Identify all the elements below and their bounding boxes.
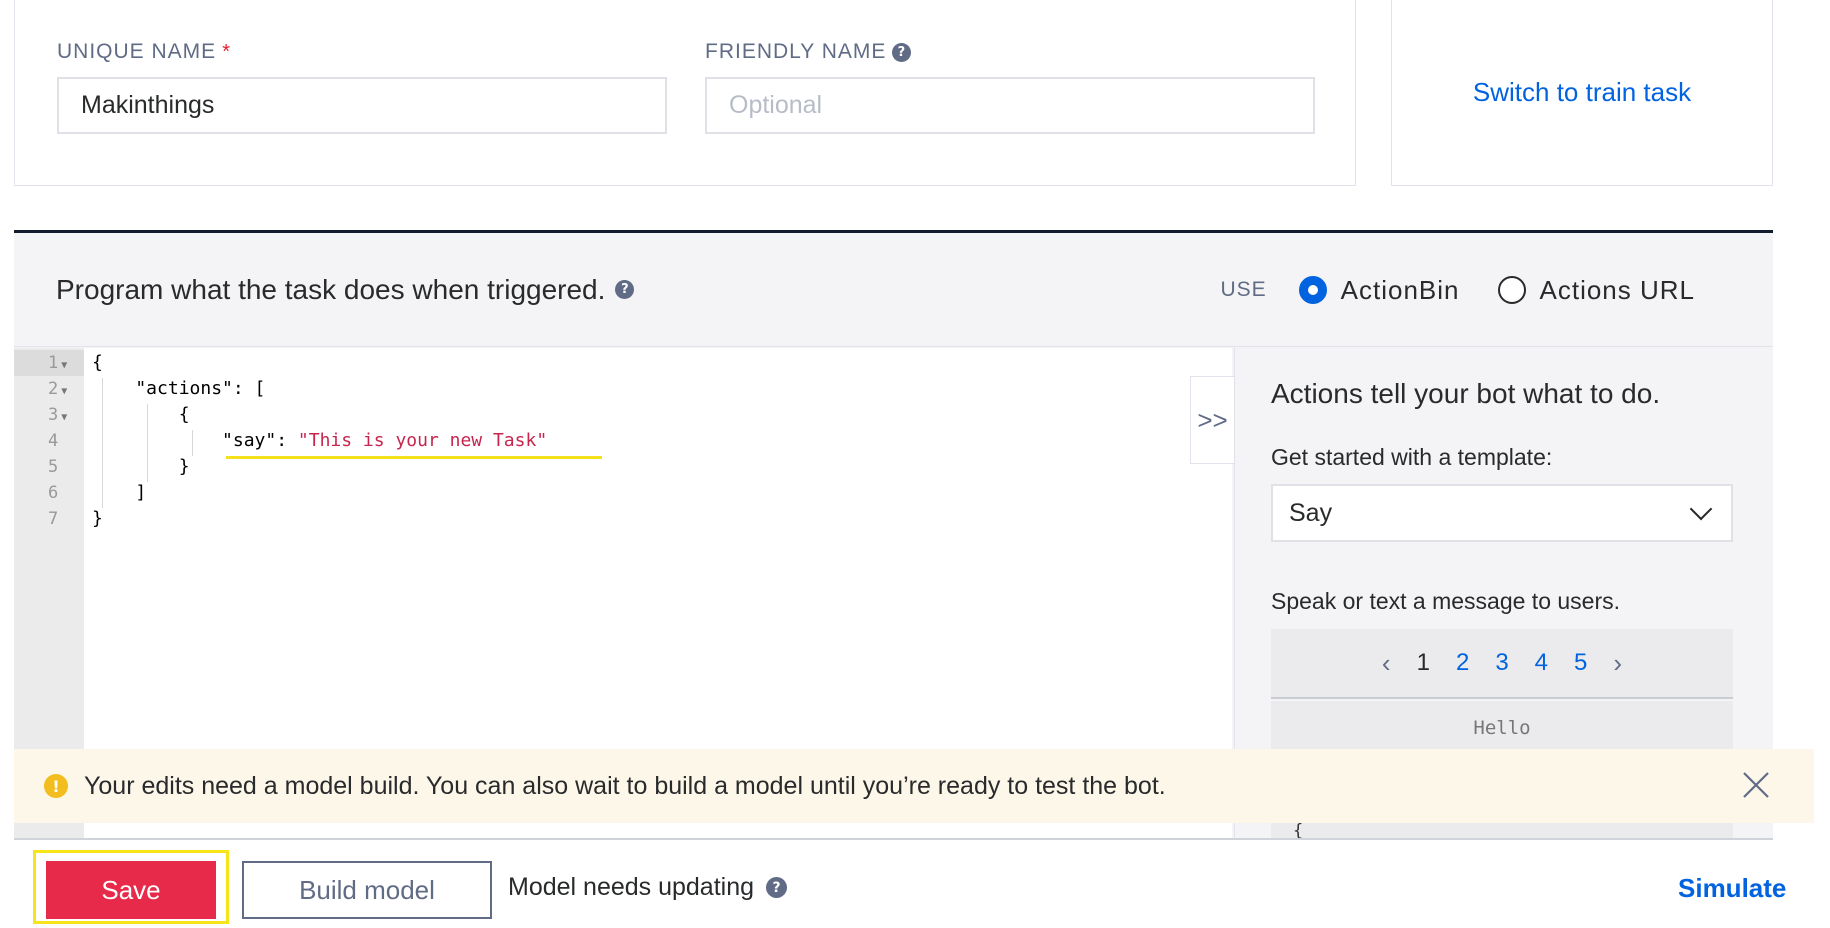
example-pager: ‹ 1 2 3 4 5 ›: [1271, 629, 1733, 699]
line-number: 5: [48, 457, 59, 477]
banner-message: Your edits need a model build. You can a…: [84, 771, 1166, 800]
code-line: "say": "This is your new Task": [92, 430, 548, 451]
template-description: Speak or text a message to users.: [1271, 588, 1621, 614]
panel-title: Actions tell your bot what to do.: [1271, 378, 1661, 409]
template-selected: Say: [1289, 498, 1333, 527]
friendly-name-label: FRIENDLY NAME ?: [705, 40, 912, 64]
actions-url-radio[interactable]: [1497, 276, 1526, 304]
page-2[interactable]: 2: [1456, 649, 1469, 677]
model-build-warning-banner: ! Your edits need a model build. You can…: [14, 749, 1814, 823]
code-line: }: [92, 508, 103, 529]
page-4[interactable]: 4: [1535, 649, 1548, 677]
unique-name-input[interactable]: [57, 77, 667, 134]
switch-task-card: Switch to train task: [1391, 0, 1773, 186]
line-number: 2 ▼: [48, 379, 68, 399]
unique-name-label: UNIQUE NAME *: [57, 40, 231, 63]
page-3[interactable]: 3: [1495, 649, 1508, 677]
build-model-button[interactable]: Build model: [242, 861, 492, 919]
use-label: USE: [1220, 278, 1267, 301]
save-button[interactable]: Save: [46, 861, 216, 919]
code-line: }: [92, 456, 190, 477]
line-number: 6: [48, 483, 59, 503]
task-name-card: UNIQUE NAME * FRIENDLY NAME ?: [14, 0, 1356, 186]
line-number: 3 ▼: [48, 405, 68, 425]
code-line: "actions": [: [92, 378, 266, 399]
simulate-link[interactable]: Simulate: [1678, 873, 1786, 904]
double-chevron-right-icon: >>: [1197, 404, 1228, 435]
page-5[interactable]: 5: [1574, 649, 1587, 677]
friendly-name-input[interactable]: [705, 77, 1315, 134]
preview-text: Hello: [1473, 717, 1531, 739]
close-icon[interactable]: [1740, 769, 1772, 801]
chevron-right-icon[interactable]: ›: [1613, 648, 1622, 679]
help-icon[interactable]: ?: [892, 42, 912, 62]
help-icon[interactable]: ?: [766, 877, 788, 898]
warning-icon: !: [44, 774, 68, 798]
line-number: 1 ▼: [14, 350, 84, 376]
code-line: ]: [92, 482, 147, 503]
collapse-panel-toggle[interactable]: >>: [1190, 376, 1234, 464]
program-section: Program what the task does when triggere…: [14, 230, 1773, 928]
highlight-underline: [226, 456, 602, 459]
action-source-selector: USE ActionBin Actions URL: [1220, 233, 1695, 347]
actionbin-label[interactable]: ActionBin: [1341, 275, 1460, 306]
code-line: {: [92, 352, 103, 373]
actionbin-radio[interactable]: [1298, 276, 1327, 304]
switch-to-train-task-link[interactable]: Switch to train task: [1473, 77, 1691, 108]
actions-url-label[interactable]: Actions URL: [1540, 275, 1696, 306]
chevron-left-icon[interactable]: ‹: [1382, 648, 1391, 679]
required-marker: *: [222, 40, 231, 63]
code-string: "This is your new Task": [297, 430, 548, 451]
page-1[interactable]: 1: [1417, 649, 1430, 677]
program-title: Program what the task does when triggere…: [56, 274, 635, 306]
help-icon[interactable]: ?: [615, 280, 635, 299]
template-select[interactable]: Say: [1271, 484, 1733, 542]
program-header: Program what the task does when triggere…: [14, 233, 1773, 347]
chevron-down-icon: [1689, 497, 1713, 521]
template-label: Get started with a template:: [1271, 444, 1553, 470]
line-number: 7: [48, 509, 59, 529]
model-status: Model needs updating ?: [508, 873, 788, 902]
code-line: {: [92, 404, 190, 425]
line-number: 4: [48, 431, 59, 451]
